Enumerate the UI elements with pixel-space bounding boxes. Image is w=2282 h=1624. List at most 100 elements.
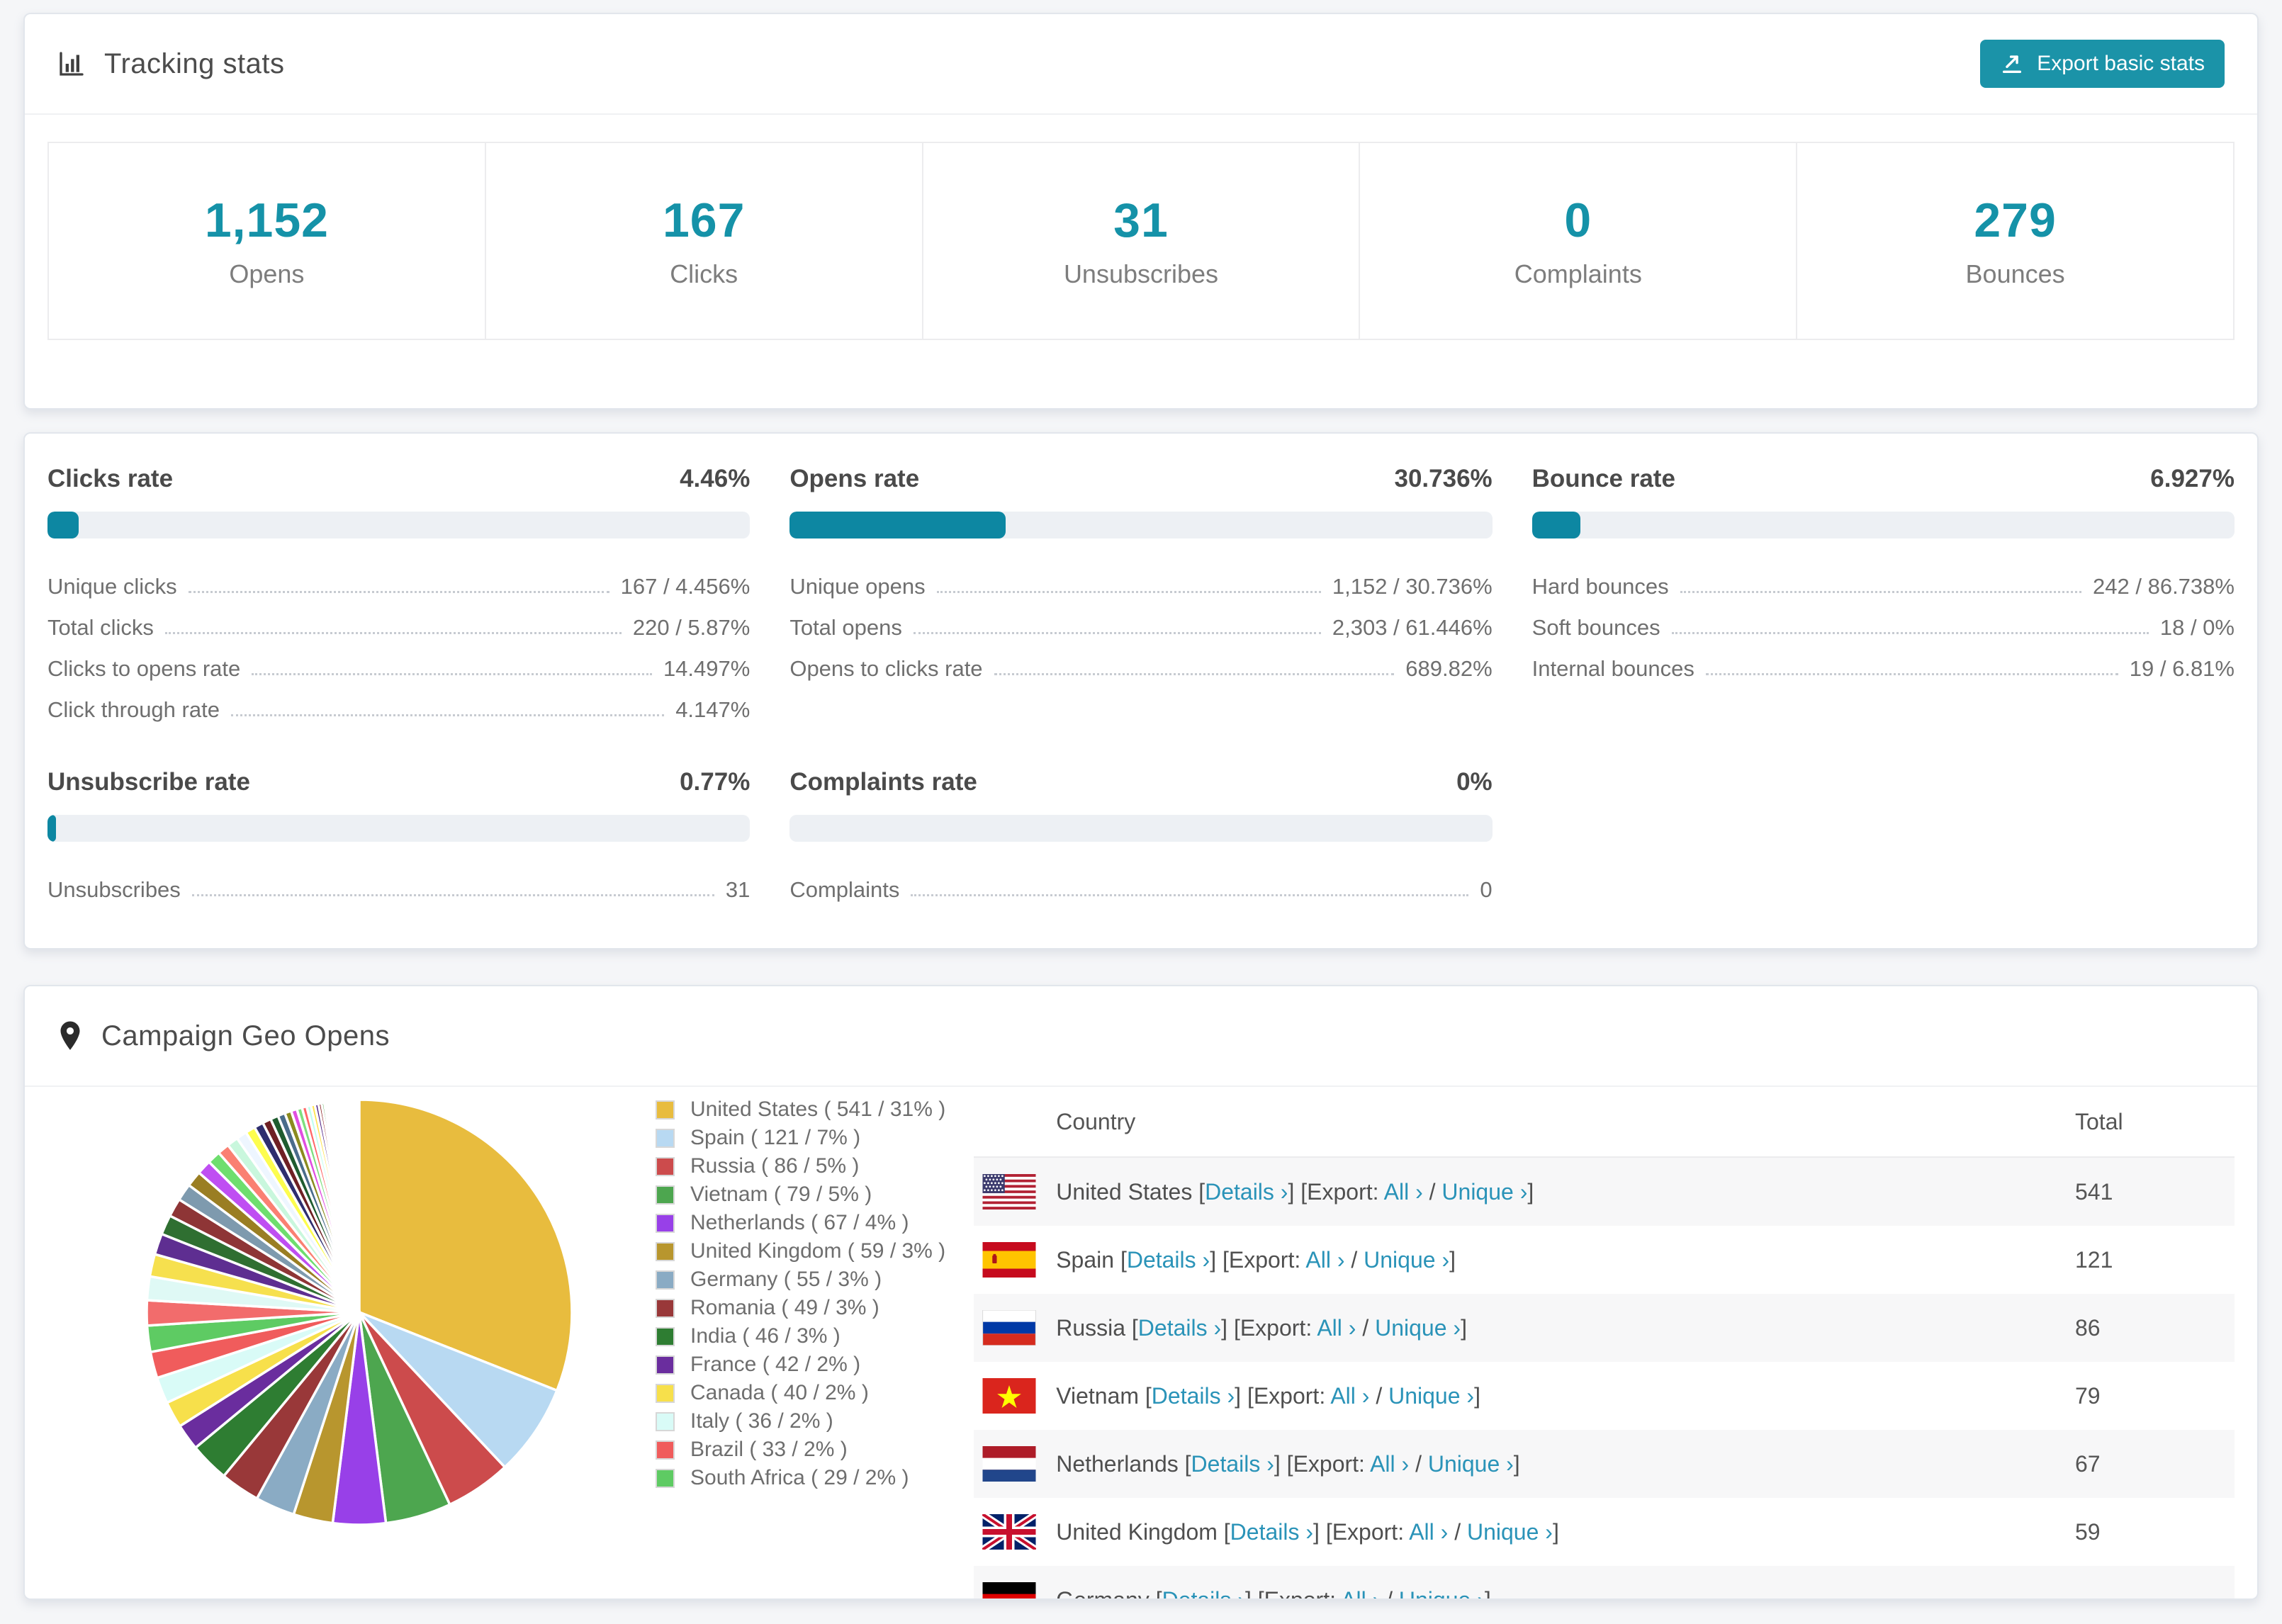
geo-table-row-united-kingdom: United Kingdom [Details ›] [Export: All … (974, 1498, 2235, 1566)
rate-detail-row: Clicks to opens rate 14.497% (47, 641, 750, 682)
export-all-link[interactable]: All › (1317, 1315, 1356, 1341)
rate-detail-value: 18 / 0% (2159, 615, 2235, 640)
export-basic-stats-label: Export basic stats (2037, 52, 2205, 75)
legend-item-brazil[interactable]: Brazil ( 33 / 2% ) (656, 1436, 945, 1464)
details-link[interactable]: Details › (1152, 1383, 1235, 1409)
details-link[interactable]: Details › (1162, 1587, 1245, 1599)
legend-item-france[interactable]: France ( 42 / 2% ) (656, 1350, 945, 1379)
stat-label: Opens (229, 259, 305, 288)
legend-item-germany[interactable]: Germany ( 55 / 3% ) (656, 1265, 945, 1294)
rate-value: 0% (1456, 768, 1493, 796)
country-name: Russia (1056, 1314, 1126, 1341)
legend-item-russia[interactable]: Russia ( 86 / 5% ) (656, 1152, 945, 1180)
stat-label: Bounces (1965, 259, 2065, 288)
dotted-leader (230, 714, 665, 716)
dotted-leader (188, 591, 609, 593)
es-flag-icon (982, 1242, 1036, 1278)
rate-detail-label: Unique clicks (47, 574, 177, 599)
dotted-leader (1671, 632, 2149, 634)
export-all-link[interactable]: All › (1384, 1179, 1423, 1205)
dotted-leader (913, 632, 1321, 634)
legend-label: Vietnam ( 79 / 5% ) (690, 1183, 872, 1206)
details-link[interactable]: Details › (1205, 1179, 1288, 1205)
geo-pie-legend: United States ( 541 / 31% ) Spain ( 121 /… (656, 1095, 945, 1598)
country-name: Germany (1056, 1586, 1150, 1600)
details-link[interactable]: Details › (1127, 1247, 1210, 1273)
country-cell: Spain [Details ›] [Export: All › / Uniqu… (1056, 1246, 1456, 1273)
legend-label: Canada ( 40 / 2% ) (690, 1381, 869, 1404)
details-link[interactable]: Details › (1191, 1451, 1274, 1477)
export-unique-link[interactable]: Unique › (1441, 1179, 1527, 1205)
stat-box-unsubscribes: 31 Unsubscribes (923, 142, 1361, 340)
export-all-link[interactable]: All › (1330, 1383, 1369, 1409)
rate-value: 30.736% (1394, 465, 1493, 492)
geo-table-header-row: Country Total (974, 1087, 2235, 1158)
export-unique-link[interactable]: Unique › (1388, 1383, 1474, 1409)
total-column-header: Total (2075, 1108, 2123, 1134)
legend-label: India ( 46 / 3% ) (690, 1324, 841, 1348)
export-label: Export: (1228, 1246, 1301, 1273)
rate-detail-row: Click through rate 4.147% (47, 682, 750, 723)
export-all-link[interactable]: All › (1370, 1451, 1409, 1477)
legend-swatch (656, 1411, 675, 1431)
tracking-stats-title: Tracking stats (57, 48, 284, 80)
geo-table-row-united-states: United States [Details ›] [Export: All ›… (974, 1158, 2235, 1226)
rate-detail-label: Click through rate (47, 697, 220, 722)
rate-rows: Unique opens 1,152 / 30.736% Total opens 2,… (789, 558, 1492, 682)
us-flag-icon (982, 1174, 1036, 1209)
export-unique-link[interactable]: Unique › (1428, 1451, 1514, 1477)
rate-value: 6.927% (2150, 465, 2235, 492)
rate-detail-label: Unique opens (789, 574, 926, 599)
rate-detail-value: 4.147% (675, 697, 751, 722)
legend-item-south-africa[interactable]: South Africa ( 29 / 2% ) (656, 1464, 945, 1492)
legend-label: United Kingdom ( 59 / 3% ) (690, 1239, 946, 1263)
export-unique-link[interactable]: Unique › (1467, 1519, 1553, 1545)
stat-label: Clicks (670, 259, 738, 288)
export-all-link[interactable]: All › (1305, 1247, 1344, 1273)
legend-item-spain[interactable]: Spain ( 121 / 7% ) (656, 1124, 945, 1152)
legend-swatch (656, 1128, 675, 1148)
export-basic-stats-button[interactable]: Export basic stats (1980, 40, 2225, 88)
legend-swatch (656, 1270, 675, 1290)
rate-rows: Hard bounces 242 / 86.738% Soft bounces 18 … (1532, 558, 2235, 682)
legend-item-romania[interactable]: Romania ( 49 / 3% ) (656, 1294, 945, 1322)
export-unique-link[interactable]: Unique › (1375, 1315, 1461, 1341)
rate-detail-value: 0 (1480, 877, 1493, 902)
legend-item-canada[interactable]: Canada ( 40 / 2% ) (656, 1379, 945, 1407)
rate-block-unsubscribe-rate: Unsubscribe rate 0.77% Unsubscribes 31 (47, 768, 751, 903)
details-link[interactable]: Details › (1138, 1315, 1221, 1341)
export-all-link[interactable]: All › (1341, 1587, 1380, 1599)
gb-flag-icon (982, 1514, 1037, 1550)
country-cell: Netherlands [Details ›] [Export: All › /… (1056, 1450, 1520, 1477)
legend-item-netherlands[interactable]: Netherlands ( 67 / 4% ) (656, 1209, 945, 1237)
export-unique-link[interactable]: Unique › (1364, 1247, 1449, 1273)
country-total: 541 (2075, 1178, 2113, 1205)
geo-table-row-spain: Spain [Details ›] [Export: All › / Uniqu… (974, 1226, 2235, 1294)
tracking-stats-card: Tracking stats Export basic stats 1,152 O… (23, 13, 2259, 410)
country-total: 86 (2075, 1314, 2101, 1341)
legend-item-vietnam[interactable]: Vietnam ( 79 / 5% ) (656, 1180, 945, 1209)
country-name: Netherlands (1056, 1450, 1179, 1477)
export-label: Export: (1307, 1178, 1379, 1205)
country-name: United States (1056, 1178, 1193, 1205)
stat-box-complaints: 0 Complaints (1360, 142, 1798, 340)
stat-value: 31 (1113, 193, 1169, 247)
stat-label: Complaints (1514, 259, 1642, 288)
details-link[interactable]: Details › (1230, 1519, 1313, 1545)
rate-detail-row: Opens to clicks rate 689.82% (789, 641, 1492, 682)
legend-item-united-kingdom[interactable]: United Kingdom ( 59 / 3% ) (656, 1237, 945, 1265)
legend-item-india[interactable]: India ( 46 / 3% ) (656, 1322, 945, 1350)
rate-detail-row: Soft bounces 18 / 0% (1532, 599, 2235, 641)
legend-swatch (656, 1156, 675, 1176)
rate-detail-label: Soft bounces (1531, 615, 1660, 640)
legend-item-united-states[interactable]: United States ( 541 / 31% ) (656, 1095, 945, 1124)
legend-label: Italy ( 36 / 2% ) (690, 1409, 833, 1433)
rate-detail-value: 242 / 86.738% (2093, 574, 2235, 599)
legend-label: Russia ( 86 / 5% ) (690, 1154, 860, 1178)
country-total: 67 (2075, 1450, 2101, 1477)
dotted-leader (1705, 673, 2118, 675)
legend-item-italy[interactable]: Italy ( 36 / 2% ) (656, 1407, 945, 1436)
rate-head: Opens rate 30.736% (789, 465, 1492, 493)
export-all-link[interactable]: All › (1409, 1519, 1448, 1545)
export-unique-link[interactable]: Unique › (1399, 1587, 1485, 1599)
